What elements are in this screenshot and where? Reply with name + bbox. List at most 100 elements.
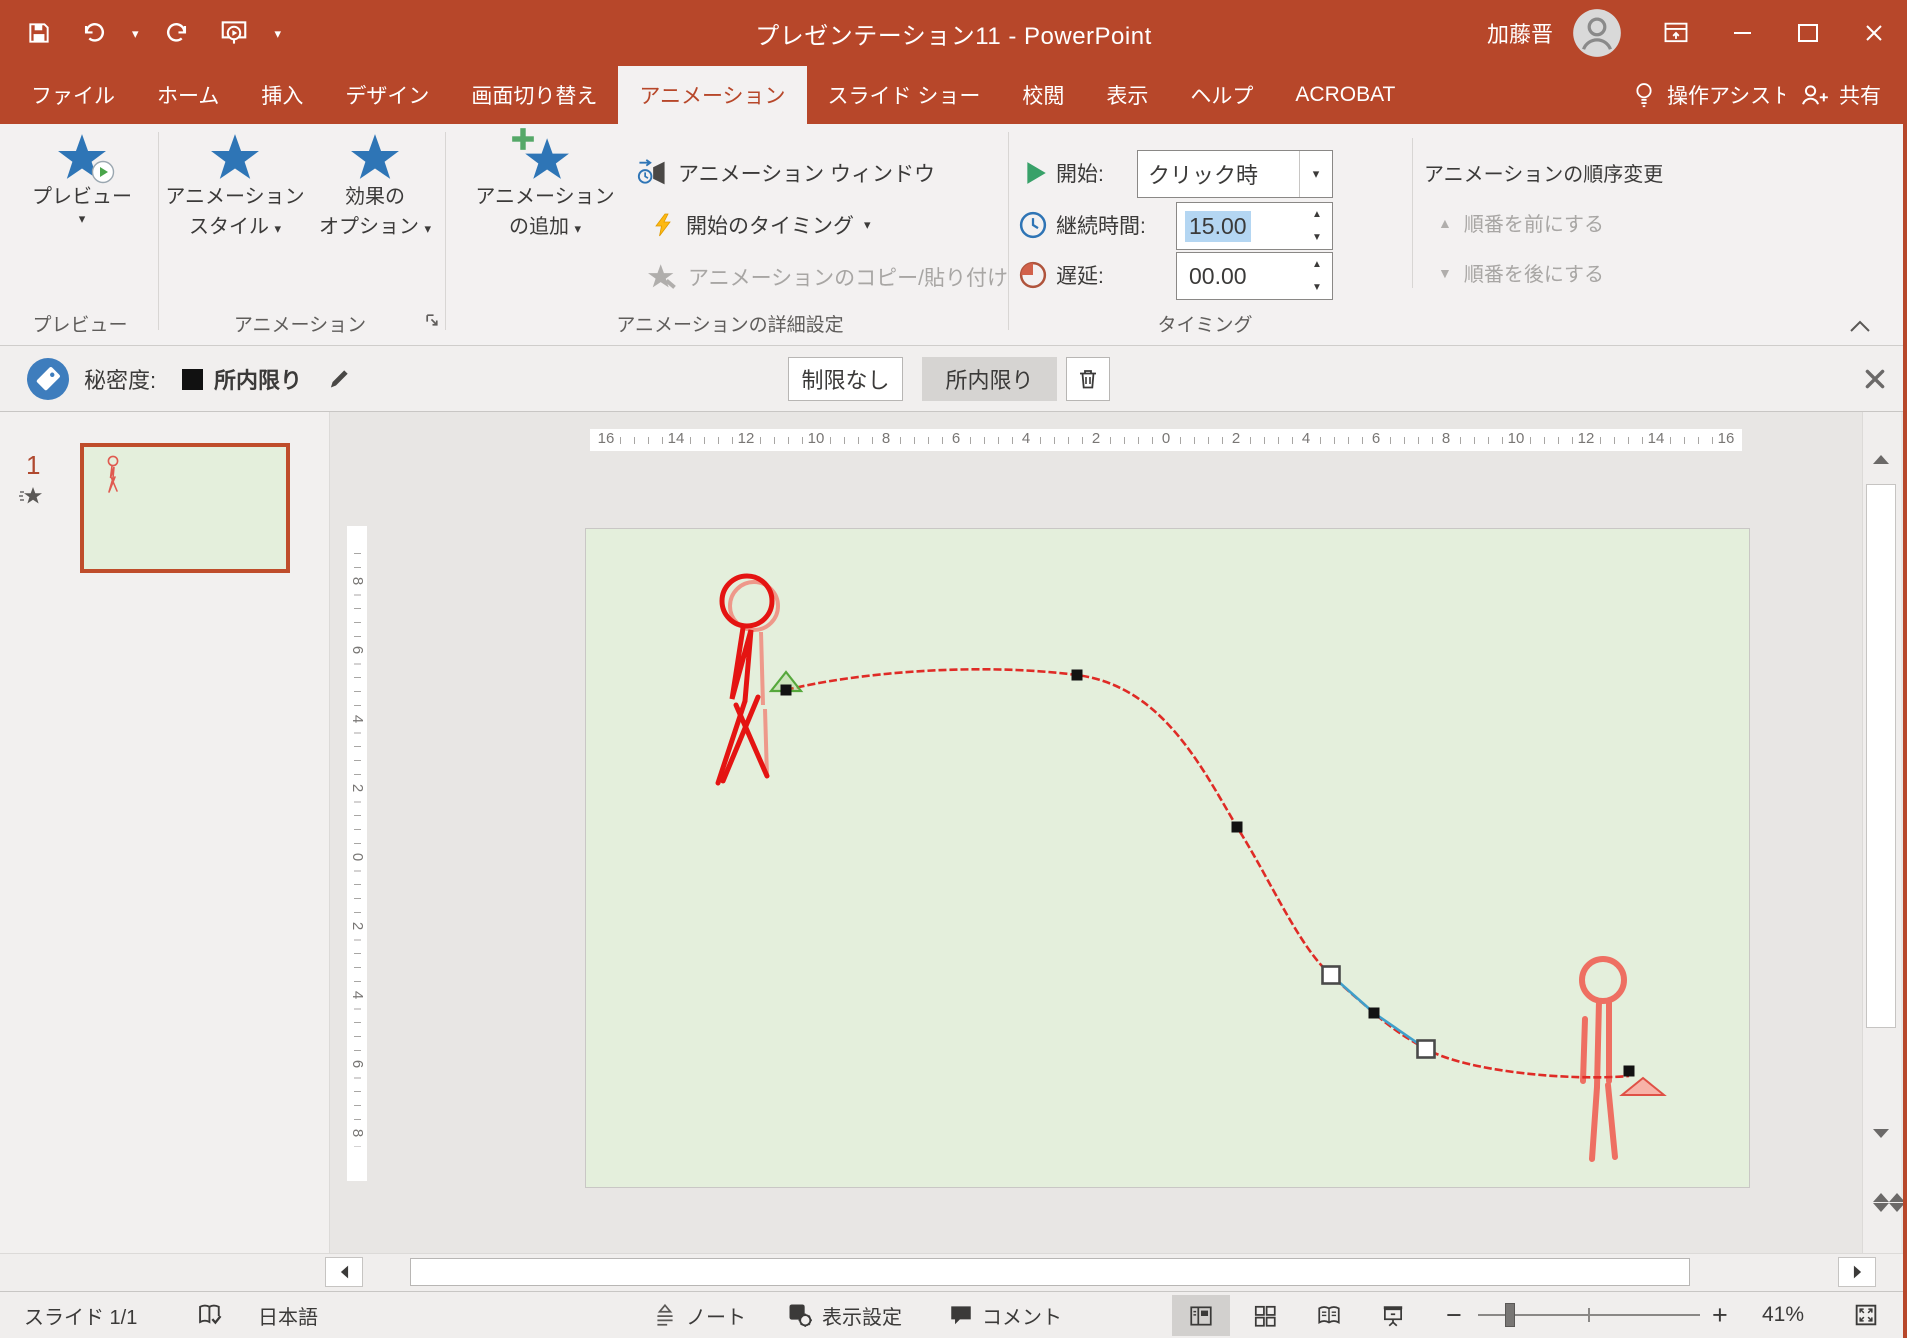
slide-number: 1 <box>26 450 40 481</box>
zoom-level[interactable]: 41% <box>1762 1292 1804 1338</box>
ruler-vertical[interactable]: 864202468 <box>347 526 367 1181</box>
display-settings-button[interactable]: 表示設定 <box>786 1292 902 1338</box>
quick-access-toolbar: ▾ ▾ <box>26 0 281 66</box>
sensitivity-option-none[interactable]: 制限なし <box>788 357 903 401</box>
ruler-horizontal[interactable]: 1614121086420246810121416 <box>590 429 1742 451</box>
effect-options-button[interactable]: 効果の オプション ▾ <box>312 132 438 242</box>
share-button[interactable]: 共有 <box>1839 80 1881 110</box>
tab-view[interactable]: 表示 <box>1085 66 1169 124</box>
chevron-down-icon[interactable]: ▾ <box>1299 151 1332 197</box>
group-label-preview: プレビュー <box>10 310 150 336</box>
scroll-down-icon[interactable] <box>1873 1138 1889 1156</box>
slide-drawing[interactable] <box>586 529 1749 1187</box>
edit-pencil-icon[interactable] <box>326 366 352 392</box>
spin-up-icon: ▲ <box>1302 253 1332 276</box>
add-animation-button[interactable]: アニメーション の追加 ▾ <box>470 132 620 242</box>
tab-transitions[interactable]: 画面切り替え <box>450 66 618 124</box>
scroll-up-icon[interactable] <box>1873 438 1889 456</box>
customize-qat-icon[interactable]: ▾ <box>275 27 282 40</box>
spin-down-icon: ▼ <box>1302 226 1332 249</box>
sensitivity-color-swatch <box>182 369 203 390</box>
view-reading-button[interactable] <box>1300 1295 1358 1336</box>
normal-view-icon <box>1188 1303 1214 1329</box>
dropdown-arrow-icon: ▾ <box>79 212 86 226</box>
save-icon[interactable] <box>26 20 52 46</box>
ribbon-display-options-icon[interactable] <box>1643 0 1709 66</box>
undo-icon[interactable] <box>78 20 106 46</box>
delay-input[interactable]: 00.00 ▲▼ <box>1176 252 1333 300</box>
zoom-in-button[interactable]: + <box>1712 1292 1728 1338</box>
zoom-slider-thumb[interactable] <box>1505 1303 1515 1327</box>
duration-spinner[interactable]: ▲▼ <box>1302 203 1332 249</box>
undo-dropdown-icon[interactable]: ▾ <box>132 27 139 40</box>
animation-pane-button[interactable]: アニメーション ウィンドウ <box>636 151 935 195</box>
scroll-right-icon[interactable] <box>1838 1257 1876 1287</box>
ruler-h-number: 4 <box>1014 430 1038 447</box>
spellcheck-icon[interactable] <box>196 1292 224 1338</box>
delay-label: 遅延: <box>1056 252 1104 298</box>
stick-figure-start[interactable] <box>718 576 778 783</box>
tab-review[interactable]: 校閲 <box>1001 66 1085 124</box>
comments-button[interactable]: コメント <box>948 1292 1062 1338</box>
tab-file[interactable]: ファイル <box>10 66 136 124</box>
slide-counter[interactable]: スライド 1/1 <box>24 1292 137 1338</box>
maximize-button[interactable] <box>1775 0 1841 66</box>
scroll-left-icon[interactable] <box>325 1257 363 1287</box>
tab-animations[interactable]: アニメーション <box>618 66 806 124</box>
tell-me-assistant[interactable]: 操作アシスト <box>1667 80 1785 110</box>
close-button[interactable] <box>1841 0 1907 66</box>
duration-input[interactable]: 15.00 ▲▼ <box>1176 202 1333 250</box>
dismiss-bar-icon[interactable] <box>1862 366 1888 392</box>
fit-to-window-button[interactable] <box>1852 1292 1880 1338</box>
star-icon <box>210 132 260 182</box>
window-edge-accent <box>1903 0 1907 1338</box>
slide-editing-surface[interactable] <box>585 528 1750 1188</box>
zoom-out-button[interactable]: − <box>1446 1292 1462 1338</box>
tab-help[interactable]: ヘルプ <box>1169 66 1274 124</box>
view-slide-sorter-button[interactable] <box>1236 1295 1294 1336</box>
horizontal-scrollbar-thumb[interactable] <box>410 1258 1690 1286</box>
preview-button[interactable]: プレビュー ▾ <box>22 132 142 226</box>
previous-slide-icon[interactable] <box>1873 1176 1905 1194</box>
redo-icon[interactable] <box>165 20 193 46</box>
ruler-h-number: 14 <box>664 430 688 447</box>
next-slide-icon[interactable] <box>1873 1212 1905 1230</box>
animation-indicator-icon[interactable] <box>18 486 42 506</box>
slide-thumbnail-panel[interactable]: 1 <box>0 412 330 1253</box>
comment-icon <box>948 1302 974 1328</box>
view-normal-button[interactable] <box>1172 1295 1230 1336</box>
start-slideshow-icon[interactable] <box>219 18 249 48</box>
vertical-scrollbar[interactable] <box>1862 412 1901 1253</box>
notes-button[interactable]: ノート <box>652 1292 746 1338</box>
collapse-ribbon-icon[interactable] <box>1848 318 1872 334</box>
view-slideshow-button[interactable] <box>1364 1295 1422 1336</box>
tab-home[interactable]: ホーム <box>136 66 240 124</box>
ruler-h-number: 16 <box>594 430 618 447</box>
slide-1-thumbnail[interactable] <box>80 443 290 573</box>
animation-styles-button[interactable]: アニメーション スタイル ▾ <box>162 132 308 242</box>
motion-path[interactable] <box>786 669 1629 1077</box>
dialog-launcher-icon[interactable] <box>424 312 441 329</box>
add-animation-star-icon <box>520 132 570 182</box>
minimize-button[interactable] <box>1709 0 1775 66</box>
sensitivity-delete-button[interactable] <box>1066 357 1110 401</box>
horizontal-scrollbar[interactable] <box>0 1253 1907 1291</box>
language-indicator[interactable]: 日本語 <box>258 1292 318 1338</box>
ruler-h-number: 8 <box>1434 430 1458 447</box>
dropdown-arrow-icon: ▾ <box>275 221 282 236</box>
account-user-name[interactable]: 加藤晋 <box>1487 17 1553 49</box>
tab-design[interactable]: デザイン <box>324 66 450 124</box>
ruler-v-number: 4 <box>348 709 366 729</box>
stick-figure-end[interactable] <box>1582 959 1624 1159</box>
sensitivity-tag-icon <box>26 357 70 401</box>
tab-slideshow[interactable]: スライド ショー <box>807 66 1002 124</box>
delay-spinner[interactable]: ▲▼ <box>1302 253 1332 299</box>
sensitivity-option-internal[interactable]: 所内限り <box>922 357 1057 401</box>
vertical-scrollbar-thumb[interactable] <box>1866 484 1896 1028</box>
start-trigger-select[interactable]: クリック時 ▾ <box>1137 150 1333 198</box>
avatar[interactable] <box>1571 7 1623 59</box>
tab-insert[interactable]: 挿入 <box>240 66 324 124</box>
motion-path-vertices[interactable] <box>781 670 1635 1077</box>
tab-acrobat[interactable]: ACROBAT <box>1274 66 1416 124</box>
trigger-button[interactable]: 開始のタイミング ▾ <box>652 203 871 247</box>
